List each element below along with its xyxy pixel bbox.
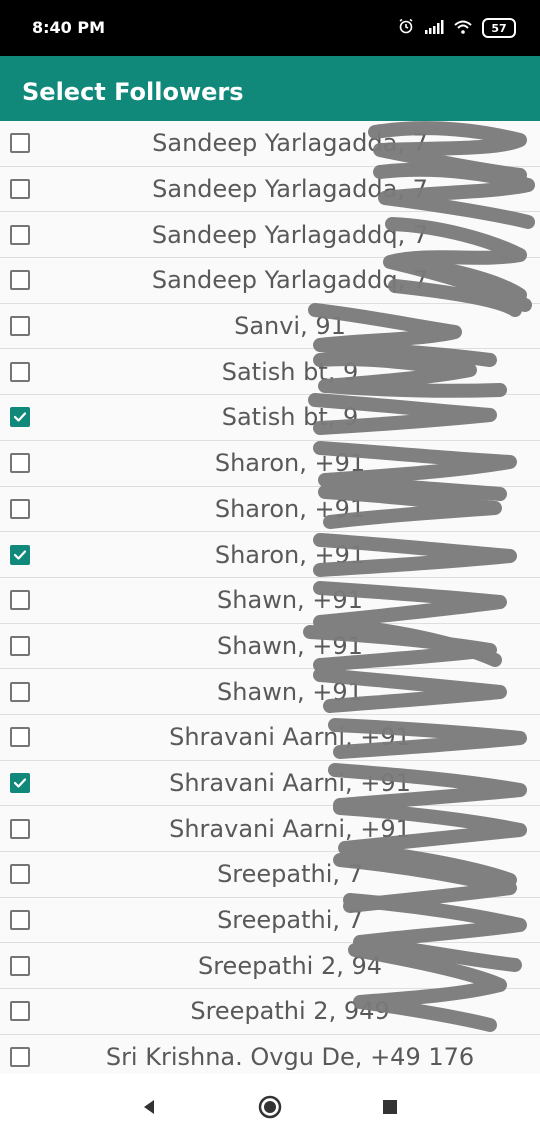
list-item[interactable]: Sreepathi, 7 (0, 852, 540, 898)
follower-label: Shawn, +91 (217, 631, 363, 660)
follower-checkbox[interactable] (10, 224, 30, 245)
follower-checkbox[interactable] (10, 772, 30, 793)
list-item[interactable]: Sanvi, 91 (0, 303, 540, 350)
follower-checkbox[interactable] (10, 727, 30, 748)
follower-label: Satish bt, 9 (221, 403, 359, 432)
follower-label: Shravani Aarni, +91 (169, 768, 411, 797)
follower-label: Sandeep Yarlagadda, 7 (152, 129, 428, 158)
list-item[interactable]: Sreepathi 2, 94 (0, 943, 540, 990)
follower-label: Sandeep Yarlagadda, 7 (152, 175, 428, 204)
status-time: 8:40 PM (32, 18, 106, 37)
follower-label: Sreepathi 2, 949 (190, 997, 390, 1026)
follower-label: Sri Krishna. Ovgu De, +49 176 (105, 1043, 475, 1072)
list-item[interactable]: Shravani Aarni, +91 (0, 760, 540, 807)
list-item[interactable]: Sharon, +91 (0, 486, 540, 533)
follower-checkbox[interactable] (10, 818, 30, 839)
followers-list[interactable]: Sandeep Yarlagadda, 7 Sandeep Yarlagadda,… (0, 121, 540, 1074)
follower-checkbox[interactable] (10, 270, 30, 291)
follower-checkbox[interactable] (10, 407, 30, 428)
list-item[interactable]: Satish bt, 9 (0, 349, 540, 396)
status-bar: 8:40 PM 57 (0, 0, 540, 56)
list-item[interactable]: Sharon, +91 (0, 532, 540, 578)
follower-checkbox[interactable] (10, 1047, 30, 1068)
follower-label: Satish bt, 9 (221, 357, 359, 386)
list-item[interactable]: Sandeep Yarlagadda, 7 (0, 166, 540, 213)
follower-label: Sreepathi, 7 (217, 860, 363, 889)
follower-label: Sharon, +91 (214, 494, 366, 523)
follower-checkbox[interactable] (10, 590, 30, 611)
list-item[interactable]: Sreepathi, 7 (0, 897, 540, 944)
follower-checkbox[interactable] (10, 910, 30, 931)
follower-checkbox[interactable] (10, 955, 30, 976)
follower-checkbox[interactable] (10, 864, 30, 885)
follower-checkbox[interactable] (10, 361, 30, 382)
follower-label: Shawn, +91 (217, 586, 363, 615)
list-item[interactable]: Sandeep Yarlagaddq, 7 (0, 212, 540, 259)
follower-label: Sharon, +91 (214, 540, 366, 569)
follower-label: Shravani Aarni, +91 (169, 723, 411, 752)
wifi-icon (454, 19, 472, 38)
follower-label: Shawn, +91 (217, 677, 363, 706)
follower-label: Sanvi, 91 (234, 312, 346, 341)
alarm-icon (398, 18, 414, 38)
list-item[interactable]: Sandeep Yarlagadda, 7 (0, 121, 540, 167)
list-item[interactable]: Sandeep Yarlagaddq, 7 (0, 258, 540, 304)
follower-checkbox[interactable] (10, 1001, 30, 1022)
follower-checkbox[interactable] (10, 498, 30, 519)
follower-checkbox[interactable] (10, 316, 30, 337)
follower-label: Shravani Aarni, +91 (169, 814, 411, 843)
follower-label: Sandeep Yarlagaddq, 7 (151, 220, 429, 249)
list-item[interactable]: Shravani Aarni, +91 (0, 714, 540, 761)
follower-checkbox[interactable] (10, 133, 30, 154)
list-item[interactable]: Sharon, +91 (0, 440, 540, 487)
list-item[interactable]: Shawn, +91 (0, 577, 540, 624)
home-icon[interactable] (250, 1087, 290, 1127)
navigation-bar (0, 1074, 540, 1140)
battery-icon: 57 (482, 18, 516, 38)
back-icon[interactable] (130, 1087, 170, 1127)
follower-label: Sandeep Yarlagaddq, 7 (151, 266, 429, 295)
list-item[interactable]: Satish bt, 9 (0, 395, 540, 441)
follower-checkbox[interactable] (10, 179, 30, 200)
follower-label: Sharon, +91 (214, 449, 366, 478)
list-item[interactable]: Sri Krishna. Ovgu De, +49 176 (0, 1034, 540, 1074)
follower-label: Sreepathi 2, 94 (197, 951, 383, 980)
follower-checkbox[interactable] (10, 635, 30, 656)
recents-icon[interactable] (370, 1087, 410, 1127)
list-item[interactable]: Shravani Aarni, +91 (0, 806, 540, 852)
follower-checkbox[interactable] (10, 681, 30, 702)
list-item[interactable]: Sreepathi 2, 949 (0, 989, 540, 1035)
signal-icon (424, 19, 444, 38)
list-item[interactable]: Shawn, +91 (0, 669, 540, 715)
list-item[interactable]: Shawn, +91 (0, 623, 540, 670)
follower-checkbox[interactable] (10, 453, 30, 474)
follower-checkbox[interactable] (10, 544, 30, 565)
page-title: Select Followers (22, 78, 244, 106)
status-icons: 57 (398, 18, 516, 38)
follower-label: Sreepathi, 7 (217, 906, 363, 935)
